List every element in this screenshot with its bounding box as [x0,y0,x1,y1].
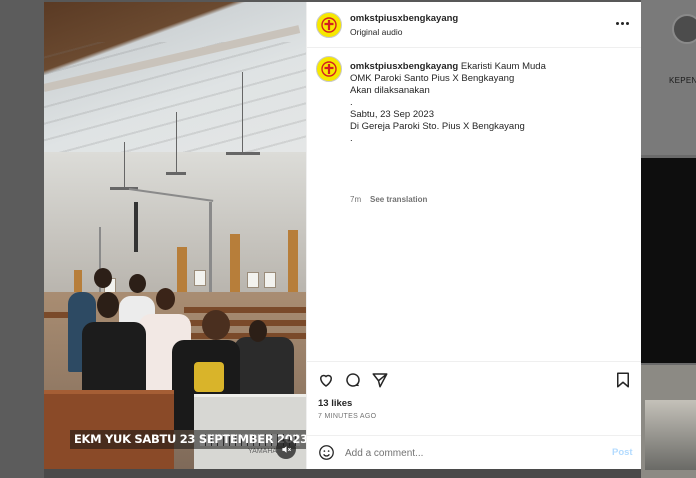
person-head [97,292,119,318]
caption-first-line: Ekaristi Kaum Muda [460,61,546,72]
caption-line: OMK Paroki Santo Pius X Bengkayang [350,73,515,84]
ceiling-fan [226,152,260,155]
caption-username[interactable]: omkstpiusxbengkayang [350,61,458,72]
post-sidebar: omkstpiusxbengkayang Original audio omks… [306,2,641,469]
likes-count[interactable]: 13 likes [318,398,352,409]
person-head [156,288,175,310]
caption-username-line: omkstpiusxbengkayang Ekaristi Kaum Muda [350,61,546,72]
share-icon[interactable] [371,371,389,389]
caption-area: omkstpiusxbengkayang Ekaristi Kaum Muda … [307,48,641,361]
parish-logo-icon [321,17,337,33]
caption-line: Di Gereja Paroki Sto. Pius X Bengkayang [350,121,525,132]
person-head [94,268,112,288]
mic-stand [209,202,212,302]
more-options-button[interactable] [616,19,630,27]
post-timestamp[interactable]: 7 MINUTES AGO [318,413,376,420]
post-actions: 13 likes 7 MINUTES AGO [307,361,641,435]
background-bottom-strip [44,469,641,478]
caption-avatar[interactable] [316,56,342,82]
church-window [194,270,206,286]
background-dark-thumbnail [641,158,696,363]
audio-label[interactable]: Original audio [350,27,402,37]
caption-line: Akan dilaksanakan [350,85,430,96]
church-window [264,272,276,288]
church-window [247,272,259,288]
background-avatar [672,14,696,44]
person-head [129,274,146,293]
post-modal: YAMAHA EKM YUK SABTU 23 SEPTEMBER 2023 o… [44,2,641,469]
post-header: omkstpiusxbengkayang Original audio [307,2,641,48]
video-caption-overlay: EKM YUK SABTU 23 SEPTEMBER 2023 [70,430,306,449]
shirt-print [194,362,224,392]
caption-line: . [350,97,353,108]
speaker-muted-icon [281,445,291,453]
comment-composer: Post [307,435,641,469]
heart-icon[interactable] [317,371,335,389]
parish-logo-icon [321,61,337,77]
bookmark-icon[interactable] [614,371,632,389]
caption-age: 7m [350,195,362,204]
post-comment-button[interactable]: Post [612,447,633,458]
person-head [249,320,267,342]
emoji-icon[interactable] [318,444,335,461]
person [234,337,294,397]
fan-rod [176,112,177,172]
mute-button[interactable] [276,439,296,459]
header-username[interactable]: omkstpiusxbengkayang [350,13,458,24]
fan-rod [124,142,125,187]
keyboard-brand: YAMAHA [248,448,278,455]
fan-rod [242,72,243,152]
comment-icon[interactable] [344,371,362,389]
more-horizontal-icon [616,21,619,25]
background-left-strip [0,0,44,478]
post-video[interactable]: YAMAHA EKM YUK SABTU 23 SEPTEMBER 2023 [44,2,306,469]
avatar[interactable] [316,12,342,38]
background-profile-label: KEPENG [669,76,696,85]
church-pew [184,307,306,313]
microphone [134,202,138,252]
see-translation-link[interactable]: See translation [370,195,427,204]
more-horizontal-icon [621,21,624,25]
person [82,322,146,394]
comment-input[interactable] [345,443,605,463]
person-head [202,310,230,340]
ceiling-fan [166,172,186,175]
caption-line: Sabtu, 23 Sep 2023 [350,109,434,120]
caption-line: . [350,133,353,144]
background-photo-people [645,400,696,470]
more-horizontal-icon [626,21,629,25]
